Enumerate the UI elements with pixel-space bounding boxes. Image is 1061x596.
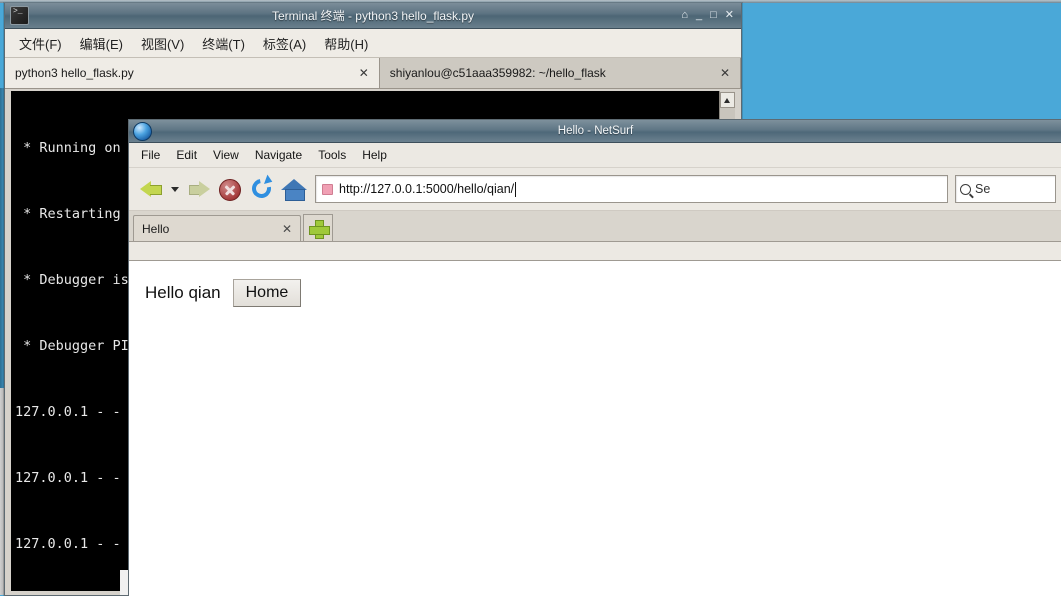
forward-arrow-icon	[183, 174, 213, 204]
maximize-button[interactable]: □	[710, 10, 717, 21]
terminal-tab-close-icon[interactable]: ✕	[347, 66, 369, 80]
terminal-tab-python3[interactable]: python3 hello_flask.py ✕	[5, 58, 380, 88]
menu-terminal[interactable]: 终端(T)	[202, 34, 245, 53]
close-button[interactable]: ✕	[725, 10, 734, 21]
chevron-down-icon[interactable]	[169, 174, 181, 204]
new-tab-button[interactable]	[303, 214, 333, 241]
terminal-titlebar[interactable]: Terminal 终端 - python3 hello_flask.py ⌂ _…	[5, 3, 741, 29]
search-text: Se	[975, 182, 991, 196]
url-input[interactable]: http://127.0.0.1:5000/hello/qian/	[315, 175, 948, 203]
url-text: http://127.0.0.1:5000/hello/qian/	[339, 182, 515, 196]
browser-titlebar[interactable]: Hello - NetSurf	[129, 120, 1061, 143]
browser-menubar: File Edit View Navigate Tools Help	[129, 143, 1061, 168]
terminal-icon	[10, 6, 29, 25]
menu-navigate[interactable]: Navigate	[255, 148, 302, 162]
stop-icon[interactable]	[215, 174, 245, 204]
terminal-window-controls: ⌂ _ □ ✕	[681, 10, 734, 21]
browser-title: Hello - NetSurf	[557, 125, 634, 137]
globe-icon	[133, 121, 152, 141]
menu-edit[interactable]: 编辑(E)	[80, 34, 123, 53]
text-caret	[515, 181, 517, 197]
desktop-background: Files Terminal 终端 - python3 hello_flask.…	[0, 0, 1061, 596]
terminal-tab-label: python3 hello_flask.py	[15, 66, 134, 80]
page-greeting-text: Hello qian	[145, 283, 221, 302]
page-greeting-row: Hello qian Home	[129, 261, 1061, 307]
terminal-menubar: 文件(F) 编辑(E) 视图(V) 终端(T) 标签(A) 帮助(H)	[5, 29, 741, 58]
browser-tab-close-icon[interactable]: ✕	[282, 222, 292, 236]
terminal-tabbar: python3 hello_flask.py ✕ shiyanlou@c51aa…	[5, 58, 741, 89]
browser-tabbar: Hello ✕	[129, 211, 1061, 242]
browser-tab-hello[interactable]: Hello ✕	[133, 215, 301, 241]
search-icon	[960, 183, 971, 195]
reload-icon[interactable]	[247, 174, 277, 204]
back-arrow-icon[interactable]	[137, 174, 167, 204]
scroll-up-icon[interactable]	[720, 92, 735, 108]
minimize-button[interactable]: _	[696, 10, 702, 21]
browser-toolbar: http://127.0.0.1:5000/hello/qian/ Se	[129, 168, 1061, 211]
terminal-title: Terminal 终端 - python3 hello_flask.py	[271, 9, 475, 23]
netsurf-browser-window[interactable]: Hello - NetSurf File Edit View Navigate …	[128, 119, 1061, 596]
menu-help[interactable]: Help	[362, 148, 387, 162]
menu-edit[interactable]: Edit	[176, 148, 197, 162]
home-button[interactable]: Home	[232, 279, 302, 307]
terminal-tab-shell[interactable]: shiyanlou@c51aaa359982: ~/hello_flask ✕	[379, 58, 741, 88]
menu-file[interactable]: File	[141, 148, 160, 162]
menu-tools[interactable]: Tools	[318, 148, 346, 162]
menu-tabs[interactable]: 标签(A)	[263, 34, 306, 53]
menu-view[interactable]: View	[213, 148, 239, 162]
browser-tab-label: Hello	[142, 221, 170, 236]
home-icon[interactable]	[279, 174, 309, 204]
shade-button[interactable]: ⌂	[681, 10, 688, 21]
menu-help[interactable]: 帮助(H)	[324, 34, 368, 53]
terminal-tab-label: shiyanlou@c51aaa359982: ~/hello_flask	[389, 66, 606, 80]
search-input[interactable]: Se	[955, 175, 1056, 203]
browser-page-content: Hello qian Home	[129, 260, 1061, 596]
terminal-tab-close-icon[interactable]: ✕	[708, 66, 730, 80]
menu-file[interactable]: 文件(F)	[19, 34, 62, 53]
page-gutter	[120, 570, 128, 595]
favicon-icon	[322, 183, 333, 195]
menu-view[interactable]: 视图(V)	[141, 34, 184, 53]
